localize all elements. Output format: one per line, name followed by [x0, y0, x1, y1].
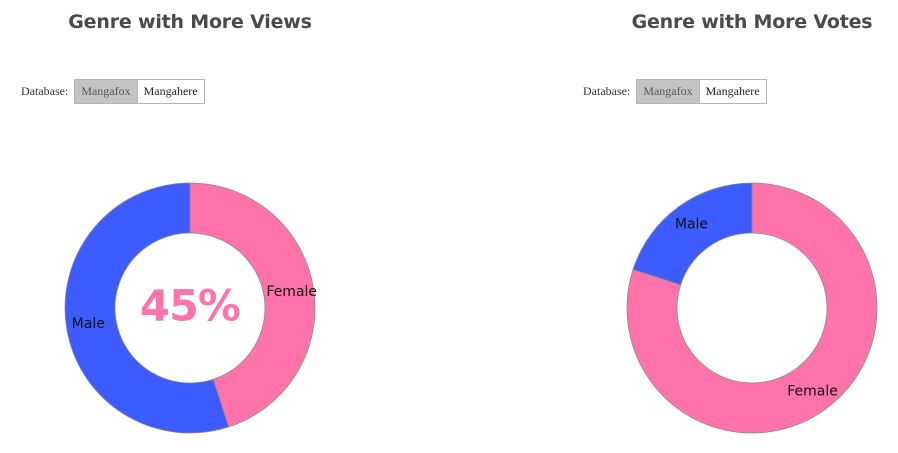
votes-database-selector: Database: Mangafox Mangahere	[583, 79, 767, 104]
slice-label-female: Female	[266, 284, 317, 300]
slice-label-female: Female	[787, 383, 838, 399]
database-toggle-group: Mangafox Mangahere	[74, 79, 205, 104]
votes-panel: Genre with More Votes Database: Mangafox…	[449, 0, 898, 453]
views-panel: Genre with More Views Database: Mangafox…	[0, 0, 449, 453]
slice-label-male: Male	[72, 316, 105, 332]
slice-label-male: Male	[675, 217, 708, 233]
views-chart-title: Genre with More Views	[68, 11, 312, 33]
votes-chart-title: Genre with More Votes	[631, 11, 873, 33]
database-label: Database:	[583, 84, 631, 98]
votes-donut-chart[interactable]: Female Male	[625, 181, 879, 435]
mangafox-button[interactable]: Mangafox	[75, 80, 137, 103]
database-label: Database:	[21, 84, 69, 98]
mangahere-button[interactable]: Mangahere	[698, 80, 766, 103]
center-percentage: 45%	[140, 282, 240, 332]
views-donut-chart[interactable]: Female Male 45%	[63, 181, 317, 435]
mangafox-button[interactable]: Mangafox	[637, 80, 699, 103]
mangahere-button[interactable]: Mangahere	[136, 80, 204, 103]
database-toggle-group: Mangafox Mangahere	[636, 79, 767, 104]
slice-male[interactable]	[632, 182, 753, 286]
views-database-selector: Database: Mangafox Mangahere	[21, 79, 205, 104]
